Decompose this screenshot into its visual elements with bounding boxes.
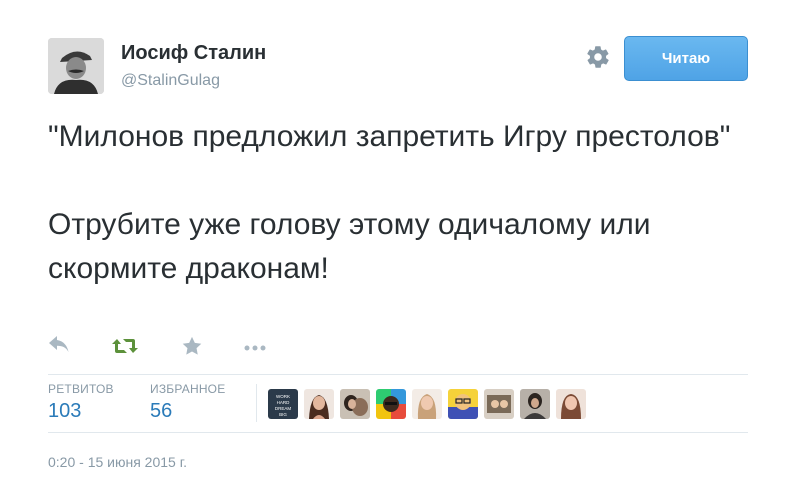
avatar-portrait-image (48, 38, 104, 94)
svg-text:WORK: WORK (276, 394, 290, 399)
stats-separator (256, 384, 257, 422)
favoriter-avatar[interactable] (448, 389, 478, 419)
favorites-stat[interactable]: ИЗБРАННОЕ 56 (150, 382, 225, 423)
favoriter-avatar[interactable] (376, 389, 406, 419)
more-icon[interactable] (243, 336, 267, 361)
retweets-label: РЕТВИТОВ (48, 382, 114, 396)
gear-icon[interactable] (585, 44, 611, 70)
favoriters-avatars: WORK HARD DREAM BIG (268, 389, 586, 419)
favoriter-avatar[interactable] (340, 389, 370, 419)
favoriter-avatar[interactable] (556, 389, 586, 419)
favoriter-avatar[interactable] (484, 389, 514, 419)
favoriter-avatar[interactable] (304, 389, 334, 419)
favorites-count[interactable]: 56 (150, 400, 225, 423)
tweet-text-spacer (48, 159, 748, 203)
svg-text:DREAM: DREAM (275, 406, 292, 411)
divider (48, 432, 748, 433)
user-handle[interactable]: @StalinGulag (121, 72, 220, 90)
tweet-text-comment: Отрубите уже голову этому одичалому или … (48, 208, 651, 285)
favorite-star-icon[interactable] (181, 336, 203, 361)
favoriter-avatar[interactable] (412, 389, 442, 419)
retweets-stat[interactable]: РЕТВИТОВ 103 (48, 382, 114, 423)
divider (48, 374, 748, 375)
reply-icon[interactable] (48, 336, 70, 361)
tweet-card: Иосиф Сталин @StalinGulag Читаю "Милонов… (0, 0, 797, 483)
user-display-name[interactable]: Иосиф Сталин (121, 42, 266, 65)
favoriter-avatar[interactable] (520, 389, 550, 419)
tweet-text: "Милонов предложил запретить Игру престо… (48, 115, 748, 291)
avatar[interactable] (48, 38, 104, 94)
retweets-count[interactable]: 103 (48, 400, 114, 423)
favorites-label: ИЗБРАННОЕ (150, 382, 226, 396)
svg-text:HARD: HARD (277, 400, 291, 405)
tweet-timestamp[interactable]: 0:20 - 15 июня 2015 г. (48, 454, 187, 470)
favoriter-avatar[interactable]: WORK HARD DREAM BIG (268, 389, 298, 419)
retweet-icon[interactable] (112, 336, 138, 361)
tweet-text-quote: "Милонов предложил запретить Игру престо… (48, 120, 731, 153)
following-button[interactable]: Читаю (624, 36, 748, 81)
svg-text:BIG: BIG (279, 412, 287, 417)
